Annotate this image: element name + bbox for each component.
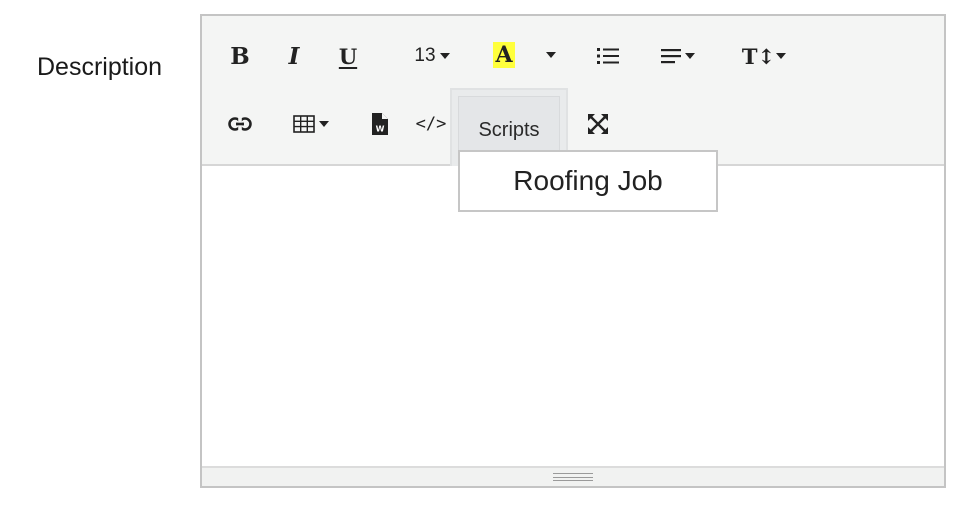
- paste-from-word-button[interactable]: W: [370, 111, 390, 137]
- word-document-icon: W: [372, 113, 388, 135]
- italic-button[interactable]: I: [284, 42, 304, 70]
- chevron-down-icon: [685, 53, 695, 59]
- code-view-button[interactable]: </>: [414, 112, 448, 136]
- chevron-down-icon: [776, 53, 787, 59]
- font-size-value: 13: [414, 45, 436, 66]
- insert-link-button[interactable]: [227, 112, 253, 136]
- chevron-down-icon: [439, 53, 450, 59]
- rich-text-editor: B I U 13 A T↕ W </> Scripts Roofing Job: [200, 14, 946, 488]
- description-label: Description: [37, 53, 163, 81]
- line-height-dropdown[interactable]: T↕: [741, 42, 787, 70]
- table-icon: [293, 115, 315, 133]
- svg-text:W: W: [376, 125, 385, 134]
- link-icon: [228, 117, 252, 131]
- bullet-list-icon: [597, 48, 619, 64]
- underline-button[interactable]: U: [336, 42, 360, 70]
- paragraph-align-dropdown[interactable]: [658, 44, 698, 68]
- editor-statusbar: [202, 466, 944, 486]
- fullscreen-button[interactable]: [586, 112, 610, 136]
- chevron-down-icon: [546, 52, 556, 58]
- bold-button[interactable]: B: [228, 42, 252, 70]
- text-color-button[interactable]: A: [492, 40, 516, 70]
- chevron-down-icon: [319, 121, 329, 127]
- resize-handle[interactable]: [553, 473, 593, 481]
- scripts-menu-item[interactable]: Roofing Job: [460, 152, 716, 210]
- insert-table-dropdown[interactable]: [289, 112, 333, 136]
- text-color-icon: A: [493, 42, 515, 68]
- text-color-dropdown[interactable]: [542, 46, 560, 64]
- scripts-menu: Roofing Job: [458, 150, 718, 212]
- unordered-list-button[interactable]: [596, 44, 620, 68]
- font-size-dropdown[interactable]: 13: [410, 42, 454, 70]
- editor-toolbar: B I U 13 A T↕ W </> Scripts: [202, 16, 944, 166]
- expand-icon: [588, 114, 608, 134]
- align-left-icon: [661, 49, 681, 64]
- text-height-icon: T↕: [741, 43, 776, 69]
